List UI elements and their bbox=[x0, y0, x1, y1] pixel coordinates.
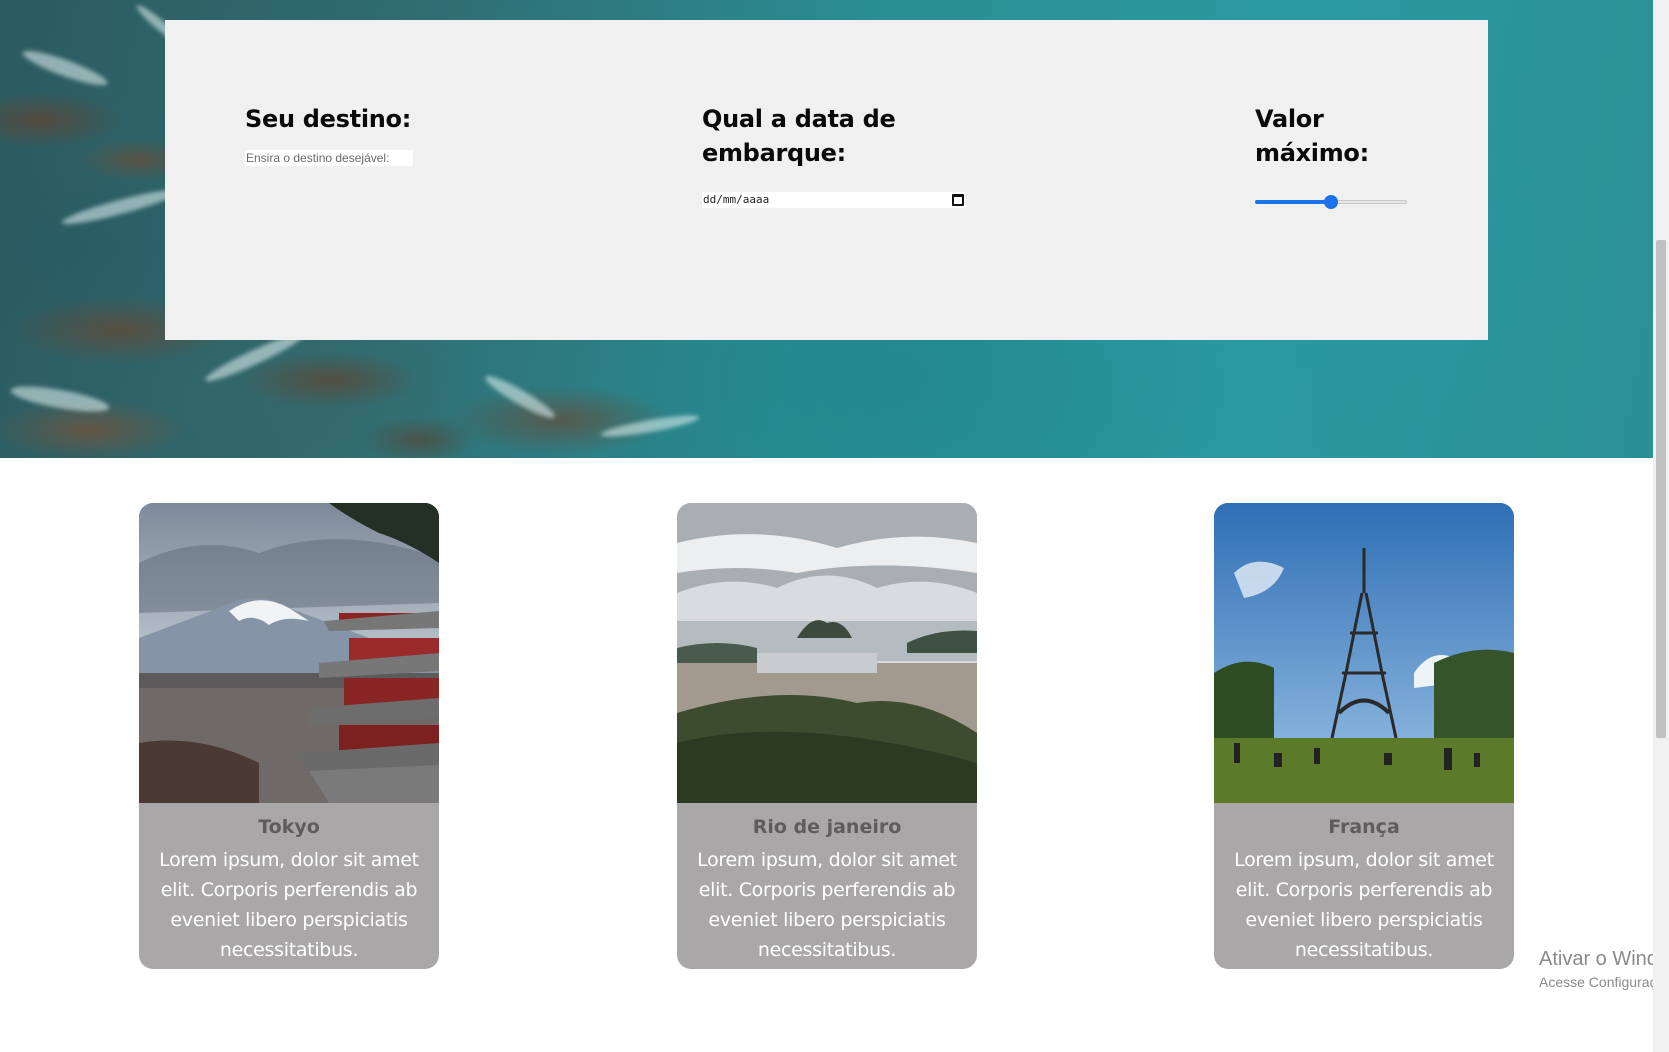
franca-image bbox=[1214, 503, 1514, 803]
card-title: França bbox=[1328, 816, 1400, 838]
watermark-line2: Acesse Configuraçõ bbox=[1539, 974, 1665, 990]
card-description: Lorem ipsum, dolor sit amet elit. Corpor… bbox=[697, 849, 957, 961]
card-description: Lorem ipsum, dolor sit amet elit. Corpor… bbox=[1234, 849, 1494, 961]
date-field-group: Qual a data de embarque: dd/mm/aaaa bbox=[702, 102, 966, 208]
tokyo-image bbox=[139, 503, 439, 803]
destination-card-tokyo[interactable]: Tokyo Lorem ipsum, dolor sit amet elit. … bbox=[139, 503, 439, 969]
card-description: Lorem ipsum, dolor sit amet elit. Corpor… bbox=[159, 849, 419, 961]
card-title: Tokyo bbox=[258, 816, 320, 838]
price-field-group: Valor máximo: bbox=[1255, 102, 1407, 210]
rio-image bbox=[677, 503, 977, 803]
date-placeholder: dd/mm/aaaa bbox=[703, 193, 770, 206]
slider-thumb[interactable] bbox=[1324, 195, 1338, 209]
destination-field-group: Seu destino: bbox=[245, 102, 413, 166]
tokyo-card-body: Tokyo Lorem ipsum, dolor sit amet elit. … bbox=[139, 803, 439, 969]
destination-input[interactable] bbox=[245, 150, 413, 166]
watermark-line1: Ativar o Windo bbox=[1539, 948, 1669, 970]
date-label-line1: Qual a data de bbox=[702, 105, 896, 133]
page: Seu destino: Qual a data de embarque: dd… bbox=[0, 0, 1669, 1052]
franca-card-body: França Lorem ipsum, dolor sit amet elit.… bbox=[1214, 803, 1514, 969]
max-price-slider[interactable] bbox=[1255, 194, 1407, 210]
price-label-line1: Valor bbox=[1255, 105, 1324, 133]
page-scrollbar[interactable] bbox=[1653, 0, 1669, 1052]
rio-card-body: Rio de janeiro Lorem ipsum, dolor sit am… bbox=[677, 803, 977, 969]
destination-card-rio[interactable]: Rio de janeiro Lorem ipsum, dolor sit am… bbox=[677, 503, 977, 969]
destination-label: Seu destino: bbox=[245, 105, 412, 133]
slider-fill bbox=[1255, 200, 1331, 204]
price-label: Valor máximo: bbox=[1255, 102, 1407, 170]
date-label: Qual a data de embarque: bbox=[702, 102, 966, 170]
search-panel: Seu destino: Qual a data de embarque: dd… bbox=[165, 20, 1488, 340]
windows-activation-watermark: Ativar o Windo Acesse Configuraçõ bbox=[1539, 946, 1669, 992]
calendar-icon[interactable] bbox=[952, 194, 964, 206]
destination-card-franca[interactable]: França Lorem ipsum, dolor sit amet elit.… bbox=[1214, 503, 1514, 969]
date-label-line2: embarque: bbox=[702, 139, 846, 167]
price-label-line2: máximo: bbox=[1255, 139, 1369, 167]
card-title: Rio de janeiro bbox=[752, 816, 902, 838]
scrollbar-thumb[interactable] bbox=[1656, 240, 1666, 738]
departure-date-input[interactable]: dd/mm/aaaa bbox=[702, 192, 966, 208]
hero-ocean-background: Seu destino: Qual a data de embarque: dd… bbox=[0, 0, 1653, 458]
